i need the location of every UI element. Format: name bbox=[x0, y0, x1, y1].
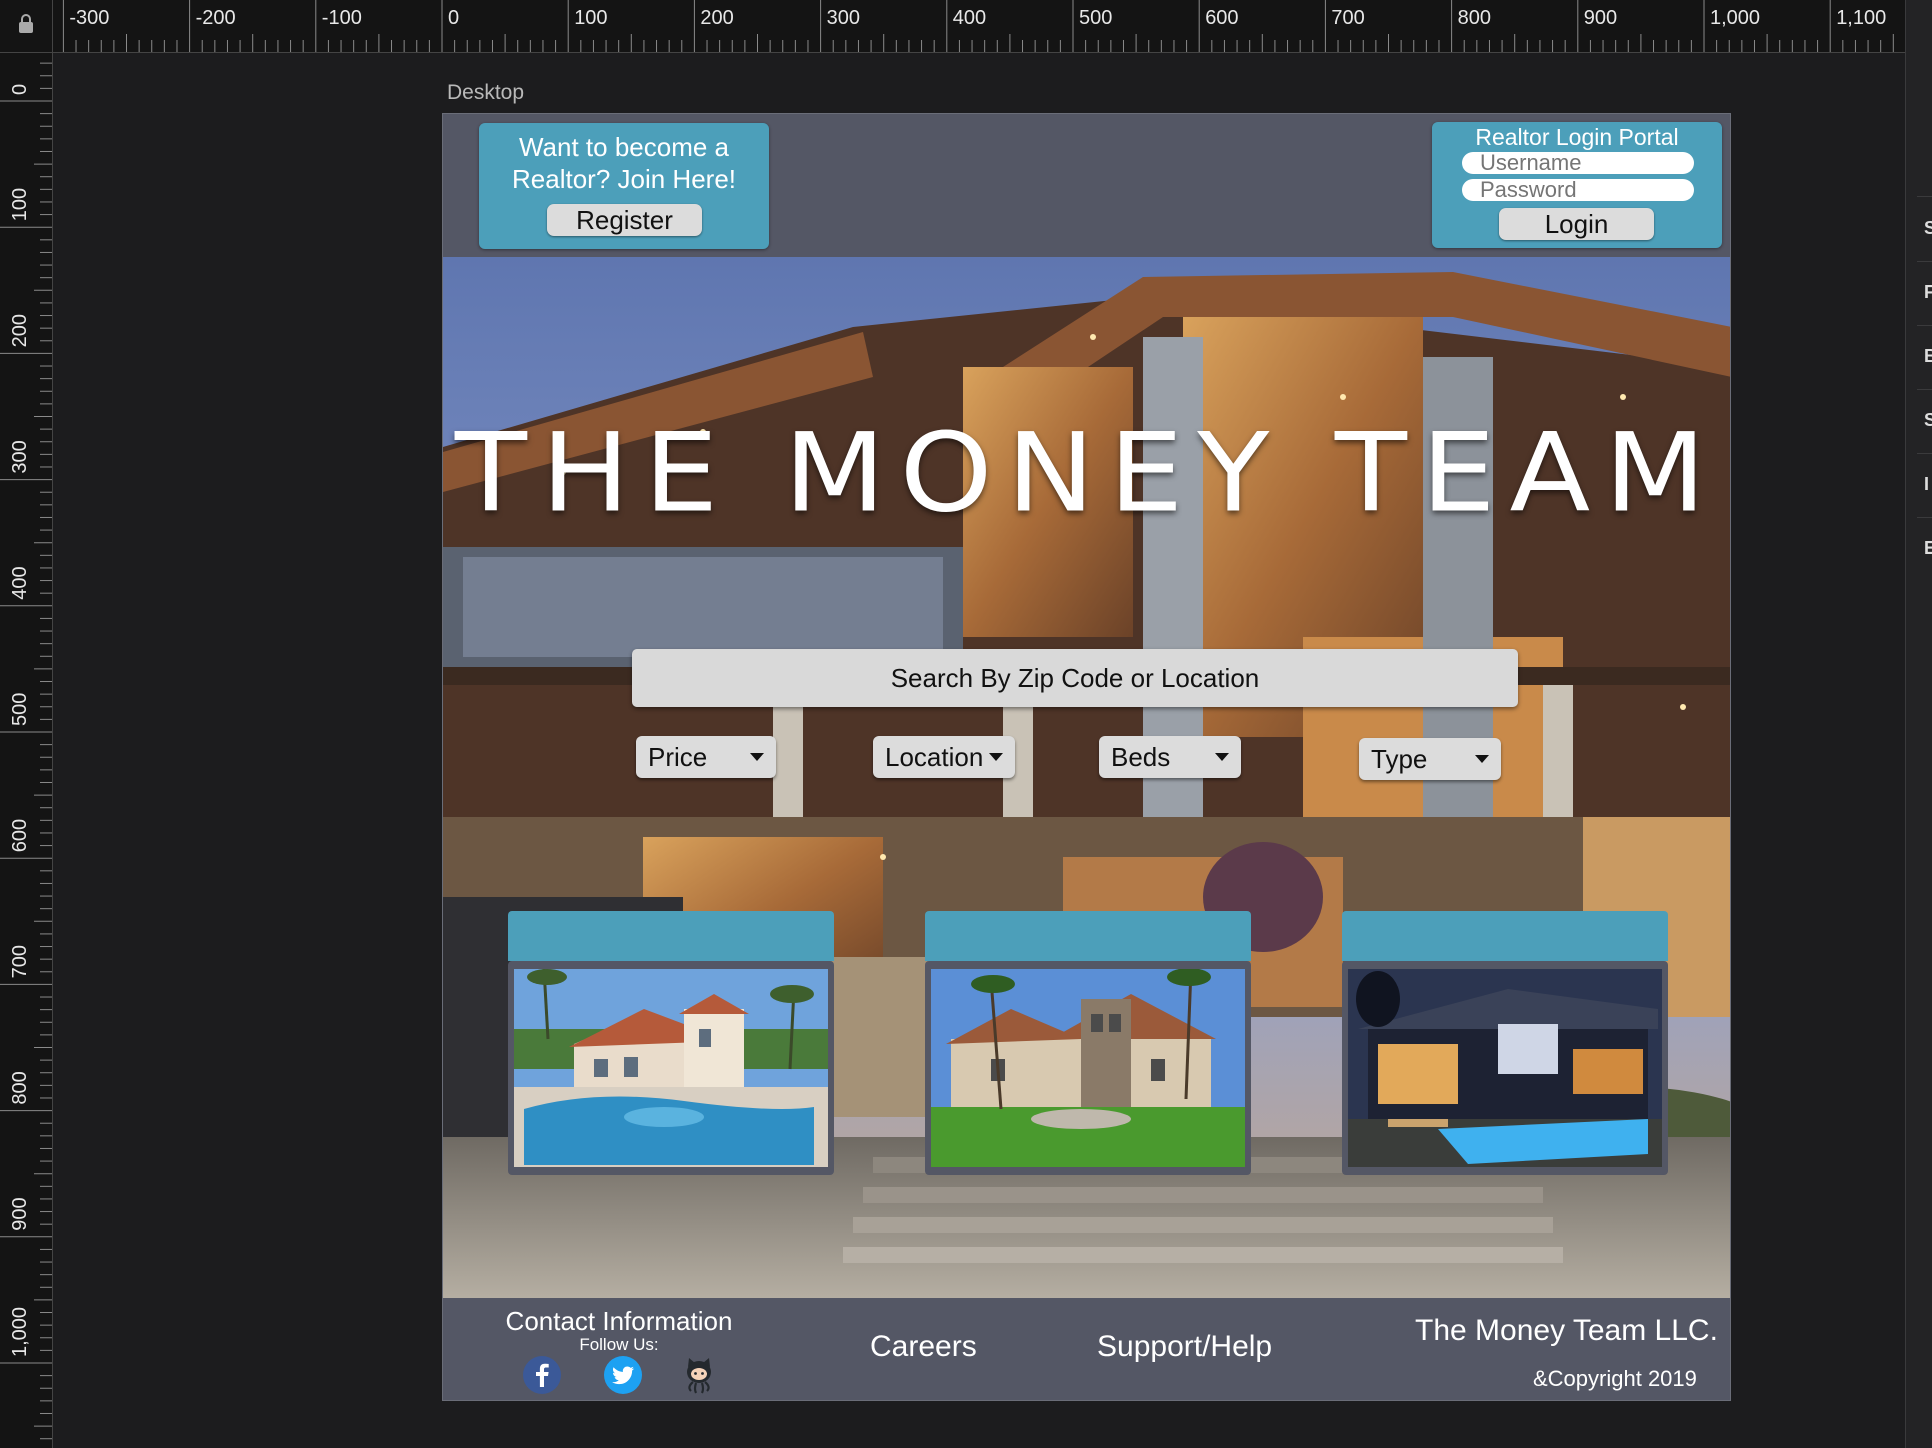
listing-card[interactable] bbox=[925, 911, 1251, 1175]
realtor-login-panel: Realtor Login Portal Login bbox=[1432, 122, 1722, 248]
listing-card-frame bbox=[508, 961, 834, 1175]
ruler-tick-label: 700 bbox=[9, 945, 31, 978]
listing-card-header bbox=[925, 911, 1251, 961]
ruler-tick-label: 1,000 bbox=[1710, 7, 1760, 29]
footer: Contact Information Follow Us: Careers S… bbox=[443, 1298, 1730, 1400]
ruler-tick-label: 700 bbox=[1331, 7, 1364, 29]
register-button[interactable]: Register bbox=[547, 204, 702, 236]
register-promo-text: Want to become a Realtor? Join Here! bbox=[512, 132, 736, 194]
ruler-tick-label: 500 bbox=[1079, 7, 1112, 29]
listing-card-frame bbox=[1342, 961, 1668, 1175]
panel-item-label[interactable]: I bbox=[1924, 474, 1929, 495]
panel-divider bbox=[1917, 453, 1932, 454]
ruler-tick-label: 900 bbox=[1584, 7, 1617, 29]
listing-card-header bbox=[508, 911, 834, 961]
site-title: THE MONEY TEAM bbox=[454, 409, 1721, 537]
twitter-icon[interactable] bbox=[603, 1355, 643, 1395]
register-panel: Want to become a Realtor? Join Here! Reg… bbox=[479, 123, 769, 249]
ruler-tick-label: 600 bbox=[1205, 7, 1238, 29]
beds-dropdown-label: Beds bbox=[1111, 742, 1171, 772]
ruler-corner bbox=[0, 0, 53, 53]
beds-dropdown[interactable]: Beds bbox=[1099, 736, 1241, 778]
ruler-tick-label: 200 bbox=[9, 314, 31, 347]
inspector-panel: S F B S I E bbox=[1905, 0, 1932, 1448]
panel-item-label[interactable]: F bbox=[1924, 282, 1932, 303]
chevron-down-icon bbox=[750, 753, 764, 761]
contact-information-title[interactable]: Contact Information bbox=[443, 1306, 795, 1337]
password-field[interactable] bbox=[1462, 179, 1694, 201]
panel-divider bbox=[1917, 261, 1932, 262]
login-portal-title: Realtor Login Portal bbox=[1475, 124, 1679, 150]
modern-house-night-photo[interactable] bbox=[1348, 969, 1662, 1167]
careers-link[interactable]: Careers bbox=[870, 1330, 977, 1364]
ruler-tick-label: 300 bbox=[827, 7, 860, 29]
search-input[interactable]: Search By Zip Code or Location bbox=[632, 649, 1518, 707]
ruler-tick-label: 800 bbox=[1458, 7, 1491, 29]
github-icon[interactable] bbox=[679, 1355, 719, 1395]
lock-icon[interactable] bbox=[18, 14, 34, 34]
panel-item-label[interactable]: S bbox=[1924, 410, 1932, 431]
ruler-tick-label: 600 bbox=[9, 819, 31, 852]
location-dropdown[interactable]: Location bbox=[873, 736, 1015, 778]
panel-item-label[interactable]: E bbox=[1924, 538, 1932, 559]
stone-villa-photo[interactable] bbox=[931, 969, 1245, 1167]
panel-item-label[interactable]: B bbox=[1924, 346, 1932, 367]
listing-card-header bbox=[1342, 911, 1668, 961]
username-field[interactable] bbox=[1462, 152, 1694, 174]
ruler-tick-label: 0 bbox=[9, 84, 31, 95]
panel-divider bbox=[1917, 196, 1932, 197]
listing-card[interactable] bbox=[508, 911, 834, 1175]
artboard-label[interactable]: Desktop bbox=[447, 81, 524, 105]
ruler-tick-label: -300 bbox=[69, 7, 109, 29]
ruler-tick-label: -100 bbox=[322, 7, 362, 29]
mansion-with-pool-photo[interactable] bbox=[514, 969, 828, 1167]
ruler-tick-label: 200 bbox=[700, 7, 733, 29]
panel-divider bbox=[1917, 517, 1932, 518]
ruler-tick-label: -200 bbox=[196, 7, 236, 29]
facebook-icon[interactable] bbox=[522, 1355, 562, 1395]
chevron-down-icon bbox=[1215, 753, 1229, 761]
vertical-ruler[interactable]: 0 100 200 300 400 500 600 700 800 900 1,000 bbox=[0, 52, 53, 1448]
ruler-tick-label: 300 bbox=[9, 440, 31, 473]
ruler-tick-label: 1,000 bbox=[9, 1307, 31, 1357]
ruler-tick-label: 900 bbox=[9, 1197, 31, 1230]
ruler-tick-label: 1,100 bbox=[1836, 7, 1886, 29]
ruler-tick-label: 800 bbox=[9, 1071, 31, 1104]
type-dropdown[interactable]: Type bbox=[1359, 738, 1501, 780]
copyright-notice: &Copyright 2019 bbox=[1533, 1366, 1697, 1391]
panel-divider bbox=[1917, 325, 1932, 326]
horizontal-ruler[interactable]: -300 -200 -100 0 100 200 300 400 500 600 700 800 900… bbox=[0, 0, 1905, 53]
chevron-down-icon bbox=[1475, 755, 1489, 763]
login-button[interactable]: Login bbox=[1499, 208, 1654, 240]
type-dropdown-label: Type bbox=[1371, 744, 1428, 774]
panel-item-label[interactable]: S bbox=[1924, 218, 1932, 239]
company-name: The Money Team LLC. bbox=[1415, 1314, 1718, 1347]
support-help-link[interactable]: Support/Help bbox=[1097, 1330, 1272, 1364]
ruler-tick-label: 0 bbox=[448, 7, 459, 29]
price-dropdown-label: Price bbox=[648, 742, 708, 772]
price-dropdown[interactable]: Price bbox=[636, 736, 776, 778]
ruler-tick-label: 100 bbox=[9, 188, 31, 221]
ruler-tick-label: 400 bbox=[953, 7, 986, 29]
ruler-tick-label: 100 bbox=[574, 7, 607, 29]
chevron-down-icon bbox=[989, 753, 1003, 761]
ruler-tick-label: 500 bbox=[9, 693, 31, 726]
ruler-tick-label: 400 bbox=[9, 566, 31, 599]
location-dropdown-label: Location bbox=[885, 742, 984, 772]
panel-divider bbox=[1917, 389, 1932, 390]
desktop-artboard[interactable]: Want to become a Realtor? Join Here! Reg… bbox=[442, 113, 1731, 1401]
follow-us-label: Follow Us: bbox=[579, 1335, 659, 1354]
listing-card[interactable] bbox=[1342, 911, 1668, 1175]
listing-card-frame bbox=[925, 961, 1251, 1175]
header-bar: Want to become a Realtor? Join Here! Reg… bbox=[443, 114, 1730, 257]
